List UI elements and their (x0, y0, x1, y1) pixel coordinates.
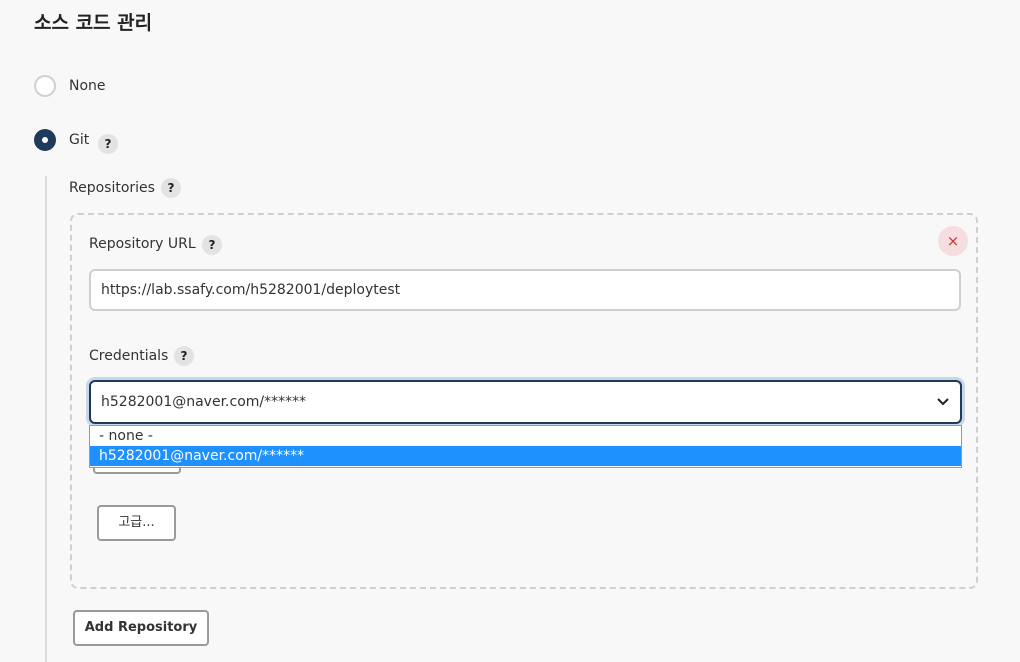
repository-url-label: Repository URL (89, 236, 196, 252)
repository-url-input[interactable]: https://lab.ssafy.com/h5282001/deploytes… (89, 269, 961, 311)
credentials-help-icon[interactable]: ? (174, 346, 194, 366)
credentials-option-none[interactable]: - none - (90, 426, 961, 446)
repositories-label: Repositories (69, 180, 155, 196)
radio-none-label[interactable]: None (69, 78, 106, 94)
section-title: 소스 코드 관리 (34, 12, 153, 34)
radio-git-label[interactable]: Git (69, 132, 89, 148)
credentials-selected-value: h5282001@naver.com/****** (101, 394, 307, 410)
credentials-option-selected[interactable]: h5282001@naver.com/****** (90, 446, 961, 466)
add-repository-button[interactable]: Add Repository (73, 610, 209, 646)
credentials-dropdown[interactable]: - none - h5282001@naver.com/****** (89, 425, 962, 468)
credentials-select[interactable]: h5282001@naver.com/****** (89, 380, 962, 424)
repository-url-help-icon[interactable]: ? (202, 235, 222, 255)
radio-none[interactable] (34, 75, 56, 97)
git-help-icon[interactable]: ? (98, 134, 118, 154)
repositories-help-icon[interactable]: ? (161, 178, 181, 198)
git-section-divider (45, 176, 47, 662)
credentials-label: Credentials (89, 348, 169, 364)
close-icon[interactable]: × (938, 226, 968, 256)
advanced-button[interactable]: 고급... (97, 505, 176, 541)
radio-git[interactable] (34, 129, 56, 151)
